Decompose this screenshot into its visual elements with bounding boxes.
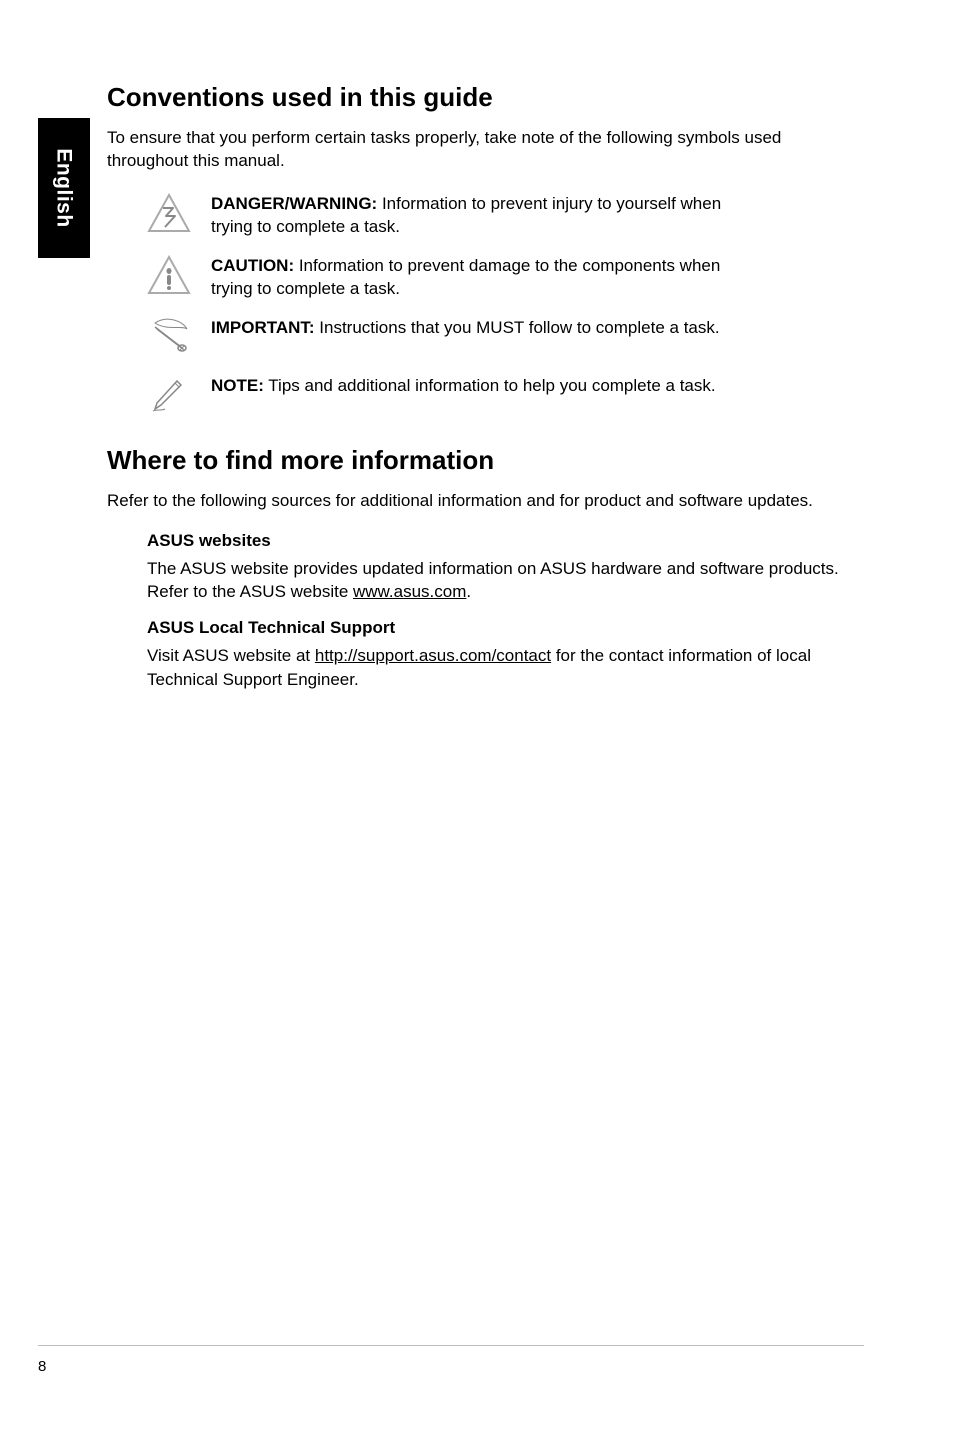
callout-danger-label: DANGER/WARNING: [211,194,377,213]
conventions-heading: Conventions used in this guide [107,82,864,113]
asus-websites-block: ASUS websites The ASUS website provides … [107,531,864,605]
important-icon [147,315,191,359]
callout-caution: CAUTION: Information to prevent damage t… [107,253,864,301]
asus-websites-head: ASUS websites [147,531,864,551]
asus-support-block: ASUS Local Technical Support Visit ASUS … [107,618,864,692]
callout-important-body: Instructions that you MUST follow to com… [315,318,720,337]
page-footer: 8 [38,1345,864,1376]
asus-support-head: ASUS Local Technical Support [147,618,864,638]
where-section: Where to find more information Refer to … [107,445,864,692]
asus-support-pre: Visit ASUS website at [147,646,315,665]
callout-danger: DANGER/WARNING: Information to prevent i… [107,191,864,239]
asus-websites-link[interactable]: www.asus.com [353,582,466,601]
conventions-intro: To ensure that you perform certain tasks… [107,127,864,173]
callout-important: IMPORTANT: Instructions that you MUST fo… [107,315,864,359]
asus-websites-post: . [466,582,471,601]
callout-note: NOTE: Tips and additional information to… [107,373,864,417]
page-number: 8 [38,1358,46,1375]
where-intro: Refer to the following sources for addit… [107,490,864,513]
callout-note-body: Tips and additional information to help … [264,376,716,395]
where-heading: Where to find more information [107,445,864,476]
callout-caution-label: CAUTION: [211,256,294,275]
callout-important-text: IMPORTANT: Instructions that you MUST fo… [211,315,720,340]
callout-note-text: NOTE: Tips and additional information to… [211,373,716,398]
caution-icon [147,253,191,297]
page-content: Conventions used in this guide To ensure… [107,82,864,706]
asus-websites-pre: The ASUS website provides updated inform… [147,559,839,602]
callout-note-label: NOTE: [211,376,264,395]
asus-websites-body: The ASUS website provides updated inform… [147,557,864,605]
asus-support-body: Visit ASUS website at http://support.asu… [147,644,864,692]
callout-important-label: IMPORTANT: [211,318,315,337]
language-label: English [52,148,76,227]
asus-support-link[interactable]: http://support.asus.com/contact [315,646,551,665]
callout-danger-text: DANGER/WARNING: Information to prevent i… [211,191,741,239]
language-tab: English [38,118,90,258]
note-icon [147,373,191,417]
callout-caution-text: CAUTION: Information to prevent damage t… [211,253,741,301]
danger-icon [147,191,191,235]
